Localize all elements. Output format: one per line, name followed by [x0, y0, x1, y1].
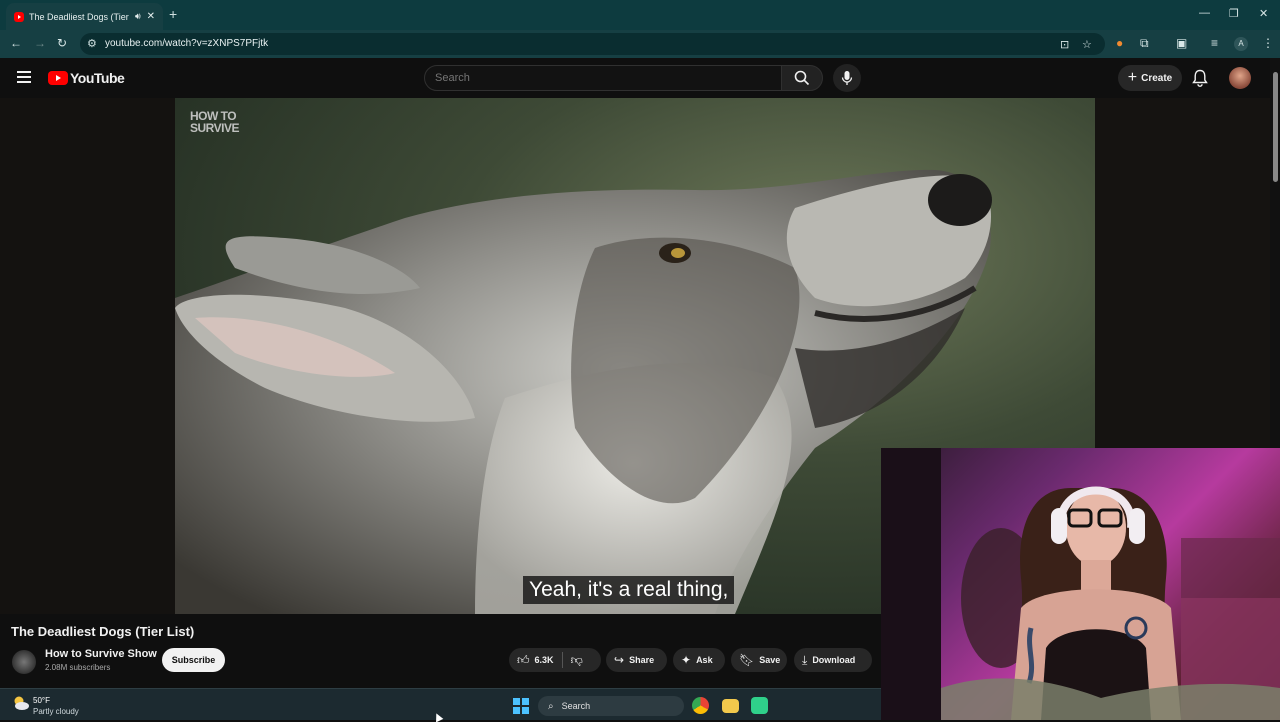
profile-avatar[interactable]: A	[1234, 37, 1248, 51]
like-count[interactable]: 6.3K	[535, 655, 554, 665]
download-label: Download	[812, 655, 856, 665]
weather-condition[interactable]: Partly cloudy	[33, 707, 79, 716]
weather-temperature[interactable]: 50°F	[33, 696, 50, 705]
search-input[interactable]	[425, 66, 781, 90]
like-divider	[561, 652, 563, 668]
address-bar[interactable]: ⚙︎ youtube.com/watch?v=zXNPS7PFjtk ⊡ ☆	[80, 33, 1105, 55]
weather-partly-cloudy-icon[interactable]	[12, 695, 30, 711]
maximize-button[interactable]: ❐	[1229, 7, 1239, 20]
forward-arrow-icon[interactable]: →	[34, 36, 46, 50]
taskbar-search-icon: ⌕	[548, 700, 554, 712]
sparkle-icon: ✦	[681, 653, 692, 667]
search-box[interactable]	[424, 65, 782, 91]
reload-icon[interactable]: ↻	[57, 36, 67, 50]
tab-title: The Deadliest Dogs (Tier Li	[29, 11, 131, 22]
notifications-bell-icon[interactable]	[1192, 69, 1208, 87]
save-button[interactable]: 🔖︎ Save	[731, 648, 787, 672]
chrome-taskbar-icon[interactable]	[692, 697, 709, 714]
create-label: Create	[1141, 72, 1173, 84]
video-caption: Yeah, it's a real thing,	[523, 576, 735, 604]
minimize-button[interactable]: —	[1199, 7, 1210, 19]
share-button[interactable]: ↪ Share	[606, 648, 667, 672]
watermark-line-2: SURVIVE	[190, 121, 239, 135]
voice-search-button[interactable]	[833, 64, 861, 92]
webcam-overlay	[881, 448, 1280, 720]
app-taskbar-icon[interactable]	[751, 697, 768, 714]
bookmark-icon: 🔖︎	[739, 653, 755, 667]
video-title: The Deadliest Dogs (Tier List)	[11, 624, 195, 639]
player-ambient-right	[1095, 98, 1270, 448]
plus-icon: +	[1127, 69, 1138, 86]
install-app-icon[interactable]: ⊡	[1060, 38, 1069, 51]
youtube-favicon-icon	[14, 11, 24, 22]
channel-name[interactable]: How to Survive Show	[45, 648, 157, 660]
browser-tab[interactable]: The Deadliest Dogs (Tier Li 🔊︎ ✕	[6, 3, 163, 30]
site-info-icon[interactable]: ⚙︎	[87, 37, 97, 50]
close-tab-icon[interactable]: ✕	[147, 11, 155, 22]
url-text[interactable]: youtube.com/watch?v=zXNPS7PFjtk	[105, 38, 268, 49]
youtube-header: YouTube + Create	[0, 58, 1270, 98]
windows-start-icon[interactable]	[513, 698, 529, 714]
share-label: Share	[629, 655, 655, 665]
ask-label: Ask	[696, 655, 713, 665]
subscribe-button[interactable]: Subscribe	[162, 648, 225, 672]
microphone-icon	[841, 71, 853, 85]
download-icon: ⤓	[802, 652, 808, 667]
browser-toolbar: ← → ↻ ⚙︎ youtube.com/watch?v=zXNPS7PFjtk…	[0, 30, 1280, 58]
scrollbar-thumb[interactable]	[1273, 72, 1278, 182]
search-icon	[794, 70, 810, 86]
youtube-play-icon	[48, 71, 68, 85]
save-label: Save	[759, 655, 781, 665]
hamburger-menu-icon[interactable]	[17, 71, 31, 83]
subscriber-count: 2.08M subscribers	[45, 663, 111, 672]
taskbar-search[interactable]: ⌕ Search	[538, 696, 684, 716]
dislike-icon[interactable]: 👎︎	[571, 653, 583, 668]
browser-tab-strip: The Deadliest Dogs (Tier Li 🔊︎ ✕ + — ❐ ✕	[0, 0, 1280, 30]
close-window-button[interactable]: ✕	[1259, 7, 1268, 20]
like-icon[interactable]: 👍︎	[517, 653, 530, 668]
side-panel-icon[interactable]: ▣	[1176, 36, 1187, 50]
channel-watermark: HOW TO SURVIVE	[190, 110, 239, 134]
back-arrow-icon[interactable]: ←	[10, 36, 22, 50]
channel-avatar[interactable]	[12, 650, 36, 674]
create-button[interactable]: + Create	[1118, 65, 1182, 91]
youtube-logo-text: YouTube	[70, 70, 125, 86]
file-explorer-icon[interactable]	[722, 699, 739, 713]
share-icon: ↪	[614, 653, 625, 667]
media-controls-icon[interactable]: ≡	[1211, 36, 1218, 50]
speaker-icon[interactable]: 🔊︎	[135, 11, 141, 22]
extensions-puzzle-icon[interactable]: ⧉	[1140, 36, 1149, 51]
search-button[interactable]	[781, 65, 823, 91]
chrome-menu-icon[interactable]: ⋮	[1262, 36, 1274, 50]
bookmark-star-icon[interactable]: ☆	[1082, 38, 1092, 51]
like-dislike-group: 👍︎ 6.3K 👎︎	[509, 648, 601, 672]
extension-icon[interactable]: ●	[1116, 36, 1123, 50]
youtube-logo[interactable]: YouTube	[48, 70, 125, 86]
taskbar-search-label: Search	[561, 701, 591, 711]
player-ambient-left	[0, 98, 175, 614]
account-avatar[interactable]	[1229, 67, 1251, 89]
download-button[interactable]: ⤓ Download	[794, 648, 872, 672]
new-tab-button[interactable]: +	[169, 6, 177, 22]
ask-button[interactable]: ✦ Ask	[673, 648, 725, 672]
streamer-webcam-feed	[881, 448, 1280, 720]
